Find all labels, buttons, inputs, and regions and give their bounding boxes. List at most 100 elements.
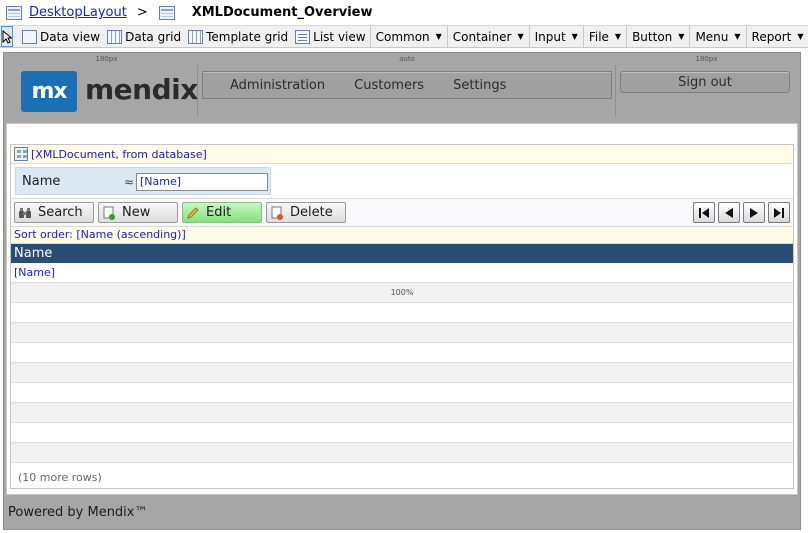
nav-item-settings[interactable]: Settings xyxy=(453,78,506,93)
search-button-label: Search xyxy=(38,205,83,220)
logo-cell: mx mendix xyxy=(15,65,198,117)
search-field-label: Name xyxy=(22,174,61,189)
caret-down-icon: ▼ xyxy=(435,32,442,41)
data-grid-title: [XMLDocument, from database] xyxy=(31,147,207,161)
first-page-icon xyxy=(699,207,709,218)
sign-out-button[interactable]: Sign out xyxy=(620,71,790,93)
data-grid-button[interactable]: Data grid xyxy=(104,26,185,47)
edit-button[interactable]: Edit xyxy=(182,202,262,223)
previous-page-button[interactable] xyxy=(718,202,740,223)
page-icon xyxy=(158,5,175,20)
mendix-logo-badge: mx xyxy=(21,71,77,112)
breadcrumb-layout-link[interactable]: DesktopLayout xyxy=(29,5,127,20)
new-button[interactable]: New xyxy=(98,202,178,223)
data-grid: [XMLDocument, from database] Name ≈ [Nam… xyxy=(10,144,794,489)
pointer-icon xyxy=(2,29,12,44)
template-grid-icon xyxy=(188,29,204,44)
table-row[interactable] xyxy=(11,383,793,403)
sort-order: Sort order: [Name (ascending)] xyxy=(11,227,793,244)
search-name-input[interactable]: [Name] xyxy=(136,173,268,191)
caret-down-icon: ▼ xyxy=(517,32,524,41)
edit-button-label: Edit xyxy=(206,205,232,220)
widget-toolbar: Data view Data grid Template grid List v… xyxy=(0,25,808,48)
list-view-icon xyxy=(295,29,311,44)
new-button-label: New xyxy=(122,205,151,220)
last-page-icon xyxy=(774,207,784,218)
table-row[interactable] xyxy=(11,403,793,423)
menu-button[interactable]: Button ▼ xyxy=(626,26,689,47)
menu-button-label: Button xyxy=(632,29,673,44)
menu-menu-label: Menu xyxy=(695,29,729,44)
menu-container[interactable]: Container ▼ xyxy=(446,26,529,47)
breadcrumb-current-page: XMLDocument_Overview xyxy=(191,5,373,20)
nav-item-customers[interactable]: Customers xyxy=(354,78,424,93)
binoculars-icon xyxy=(17,206,33,220)
new-document-icon xyxy=(101,206,117,220)
previous-page-icon xyxy=(725,207,733,218)
menu-menu[interactable]: Menu ▼ xyxy=(689,26,745,47)
more-rows-indicator: (10 more rows) xyxy=(18,471,102,484)
mendix-logo-text: mendix xyxy=(85,73,198,106)
search-field-name: Name ≈ [Name] xyxy=(15,167,271,195)
layout-header: mx mendix Administration Customers Setti… xyxy=(15,65,797,117)
caret-down-icon: ▼ xyxy=(678,32,685,41)
menu-report-label: Report xyxy=(751,29,792,44)
table-row[interactable]: [Name] xyxy=(11,263,793,283)
table-row[interactable] xyxy=(11,303,793,323)
caret-down-icon: ▼ xyxy=(797,32,804,41)
delete-button-label: Delete xyxy=(290,205,333,220)
table-row[interactable] xyxy=(11,343,793,363)
menu-input-label: Input xyxy=(534,29,566,44)
menu-report[interactable]: Report ▼ xyxy=(745,26,808,47)
footer-text: Powered by Mendix™ xyxy=(8,505,148,520)
delete-document-icon xyxy=(269,206,285,220)
table-row[interactable] xyxy=(11,423,793,443)
menu-file[interactable]: File ▼ xyxy=(582,26,626,47)
table-row[interactable] xyxy=(11,323,793,343)
menu-common[interactable]: Common ▼ xyxy=(369,26,447,47)
list-view-button[interactable]: List view xyxy=(292,26,369,47)
search-button[interactable]: Search xyxy=(14,202,94,223)
menu-input[interactable]: Input ▼ xyxy=(528,26,583,47)
first-page-button[interactable] xyxy=(693,202,715,223)
template-grid-button[interactable]: Template grid xyxy=(185,26,292,47)
last-page-button[interactable] xyxy=(768,202,790,223)
caret-down-icon: ▼ xyxy=(734,32,741,41)
menu-common-label: Common xyxy=(375,29,430,44)
layout-icon xyxy=(6,5,22,20)
next-page-icon xyxy=(750,207,758,218)
column-width-center: auto xyxy=(399,55,415,63)
data-view-icon xyxy=(22,29,37,44)
delete-button[interactable]: Delete xyxy=(266,202,346,223)
data-grid-icon xyxy=(107,29,123,44)
table-row[interactable]: 100% xyxy=(11,283,793,303)
table-row[interactable] xyxy=(11,363,793,383)
table-row[interactable] xyxy=(11,443,793,463)
menu-file-label: File xyxy=(588,29,609,44)
nav-item-administration[interactable]: Administration xyxy=(230,78,325,93)
grid-button-bar: Search New Edit Delete xyxy=(11,199,793,227)
menu-container-label: Container xyxy=(452,29,512,44)
next-page-button[interactable] xyxy=(743,202,765,223)
caret-down-icon: ▼ xyxy=(571,32,578,41)
pointer-tool-button[interactable] xyxy=(1,26,13,47)
data-grid-label: Data grid xyxy=(125,29,182,44)
main-content: [XMLDocument, from database] Name ≈ [Nam… xyxy=(6,123,798,495)
column-width-indicator: 100% xyxy=(390,288,414,297)
pencil-icon xyxy=(185,206,201,220)
template-grid-label: Template grid xyxy=(206,29,289,44)
data-view-label: Data view xyxy=(40,29,101,44)
page-canvas: 180px auto 180px mx mendix Administratio… xyxy=(3,52,801,530)
data-view-button[interactable]: Data view xyxy=(19,26,104,47)
breadcrumb: DesktopLayout > XMLDocument_Overview xyxy=(0,0,808,25)
search-area: Name ≈ [Name] xyxy=(11,164,793,199)
caret-down-icon: ▼ xyxy=(614,32,622,41)
navigation-menu-bar: Administration Customers Settings xyxy=(202,71,612,99)
column-width-right: 180px xyxy=(695,55,718,63)
column-header-name[interactable]: Name xyxy=(11,244,793,263)
signout-cell: Sign out xyxy=(616,65,797,117)
entity-icon xyxy=(14,147,28,161)
navigation-cell: Administration Customers Settings xyxy=(198,65,616,117)
column-width-left: 180px xyxy=(95,55,118,63)
list-view-label: List view xyxy=(313,29,366,44)
